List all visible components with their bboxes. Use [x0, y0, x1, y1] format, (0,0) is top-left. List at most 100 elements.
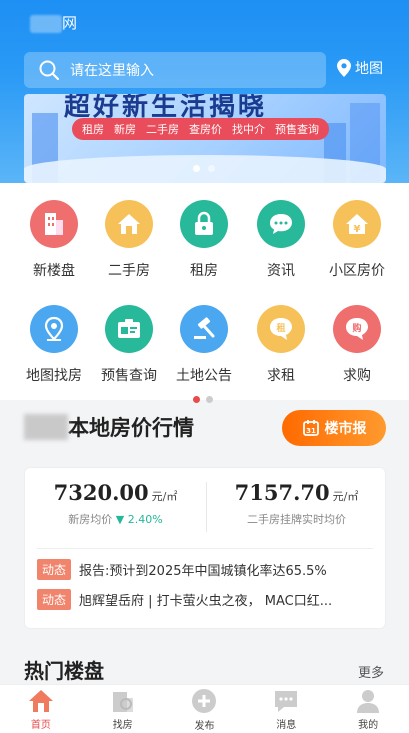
entry-label: 求购 — [343, 368, 371, 384]
banner-tag: 二手房 — [146, 123, 179, 136]
search-input[interactable]: 请在这里输入 — [24, 52, 326, 88]
second-price-label: 二手房挂牌实时均价 — [247, 513, 346, 526]
plus-icon — [192, 688, 217, 713]
entry-label: 资讯 — [267, 263, 295, 279]
find-house-icon — [112, 691, 133, 712]
message-icon — [275, 690, 298, 712]
tab-bar: 首页 找房 发布 消息 我的 — [0, 684, 409, 733]
new-home-price[interactable]: 7320.00 元/㎡ 新房均价 ▼ 2.40% — [25, 480, 206, 527]
lock-icon — [180, 200, 228, 248]
user-icon — [357, 689, 380, 713]
map-label: 地图 — [355, 61, 383, 77]
more-link[interactable]: 更多 — [358, 662, 384, 681]
svg-text:31: 31 — [306, 427, 316, 435]
site-name: 网 — [30, 12, 77, 33]
tab-mine[interactable]: 我的 — [327, 685, 409, 733]
map-button[interactable]: 地图 — [337, 58, 383, 78]
tab-home[interactable]: 首页 — [0, 685, 82, 733]
entry-label: 小区房价 — [329, 263, 385, 279]
search-placeholder: 请在这里输入 — [70, 63, 154, 79]
city-name-blurred — [24, 414, 68, 440]
report-button-label: 楼市报 — [324, 421, 367, 437]
entry-label: 二手房 — [108, 263, 150, 279]
entry-news[interactable]: 资讯 — [240, 200, 322, 280]
entry-want-rent[interactable]: 租 求租 — [240, 305, 322, 385]
hot-listings-title: 热门楼盘 — [24, 659, 104, 683]
entry-label: 地图找房 — [26, 368, 82, 384]
house-icon — [105, 200, 153, 248]
tab-label: 我的 — [358, 719, 379, 731]
svg-text:购: 购 — [352, 322, 361, 334]
new-price-value: 7320.00 — [53, 480, 149, 505]
site-name-blurred — [30, 14, 62, 33]
second-price-value: 7157.70 — [234, 480, 330, 505]
banner-tag: 租房 — [82, 123, 104, 136]
market-report-button[interactable]: 31 楼市报 — [282, 410, 386, 446]
tab-find-house[interactable]: 找房 — [82, 685, 164, 733]
entry-label: 租房 — [190, 263, 218, 279]
trend-down-icon: ▼ — [115, 513, 125, 526]
svg-text:租: 租 — [276, 322, 285, 334]
entry-second-hand[interactable]: 二手房 — [88, 200, 170, 280]
gavel-icon — [180, 305, 228, 353]
tab-label: 发布 — [194, 720, 215, 732]
entry-label: 预售查询 — [101, 368, 157, 384]
second-price-unit: 元/㎡ — [332, 490, 359, 503]
tab-messages[interactable]: 消息 — [245, 685, 327, 733]
grid-pager — [193, 396, 213, 403]
site-name-suffix: 网 — [62, 14, 78, 32]
new-price-change: 2.40% — [127, 513, 163, 526]
news-tag: 动态 — [37, 559, 72, 580]
banner-dot[interactable] — [208, 165, 215, 172]
banner-tag: 查房价 — [189, 123, 222, 136]
entry-want-buy[interactable]: 购 求购 — [316, 305, 398, 385]
divider — [37, 548, 373, 549]
tab-label: 首页 — [30, 719, 51, 731]
entry-new-homes[interactable]: 新楼盘 — [13, 200, 95, 280]
map-pin-icon — [30, 305, 78, 353]
grid-dot-active[interactable] — [193, 396, 200, 403]
quick-entry-grid: 新楼盘 二手房 租房 资讯 ¥ 小区房价 地图找房 预售查询 土地公告 租 求租… — [0, 183, 409, 400]
map-pin-icon — [337, 59, 351, 77]
grid-dot[interactable] — [206, 396, 213, 403]
banner-dot-active[interactable] — [193, 165, 200, 172]
entry-map-search[interactable]: 地图找房 — [13, 305, 95, 385]
entry-land-notice[interactable]: 土地公告 — [163, 305, 245, 385]
rent-bubble-icon: 租 — [257, 305, 305, 353]
svg-text:¥: ¥ — [354, 224, 361, 235]
second-hand-price[interactable]: 7157.70 元/㎡ 二手房挂牌实时均价 — [206, 480, 387, 527]
news-text: 报告:预计到2025年中国城镇化率达65.5% — [79, 564, 327, 579]
entry-label: 土地公告 — [176, 368, 232, 384]
entry-presale-query[interactable]: 预售查询 — [88, 305, 170, 385]
entry-label: 求租 — [267, 368, 295, 384]
news-item[interactable]: 动态 旭辉望岳府 | 打卡萤火虫之夜， MAC口红... — [37, 589, 377, 610]
market-title: 本地房价行情 — [24, 412, 194, 442]
news-text: 旭辉望岳府 | 打卡萤火虫之夜， MAC口红... — [79, 594, 333, 609]
entry-label: 新楼盘 — [33, 263, 75, 279]
tab-publish[interactable]: 发布 — [164, 685, 246, 733]
tab-label: 消息 — [276, 719, 297, 731]
search-icon — [39, 60, 60, 81]
chat-icon — [257, 200, 305, 248]
news-item[interactable]: 动态 报告:预计到2025年中国城镇化率达65.5% — [37, 559, 377, 580]
market-title-text: 本地房价行情 — [68, 416, 194, 440]
home-icon — [28, 689, 53, 712]
banner-tag: 新房 — [114, 123, 136, 136]
header: 网 请在这里输入 地图 超好新生活揭晓 租房 新房 二手房 查房价 找中介 预售… — [0, 0, 409, 183]
banner-pager — [193, 165, 215, 172]
price-card: 7320.00 元/㎡ 新房均价 ▼ 2.40% 7157.70 元/㎡ 二手房挂牌… — [24, 467, 386, 629]
new-price-label: 新房均价 — [68, 513, 113, 526]
banner-tag: 预售查询 — [275, 123, 319, 136]
calendar-icon: 31 — [302, 420, 319, 436]
entry-rent[interactable]: 租房 — [163, 200, 245, 280]
banner-tag: 找中介 — [232, 123, 265, 136]
news-tag: 动态 — [37, 589, 72, 610]
buy-bubble-icon: 购 — [333, 305, 381, 353]
yuan-house-icon: ¥ — [333, 200, 381, 248]
banner-tags: 租房 新房 二手房 查房价 找中介 预售查询 — [72, 118, 329, 140]
id-card-icon — [105, 305, 153, 353]
entry-community-price[interactable]: ¥ 小区房价 — [316, 200, 398, 280]
tab-label: 找房 — [112, 719, 133, 731]
new-price-unit: 元/㎡ — [151, 490, 178, 503]
building-icon — [30, 200, 78, 248]
